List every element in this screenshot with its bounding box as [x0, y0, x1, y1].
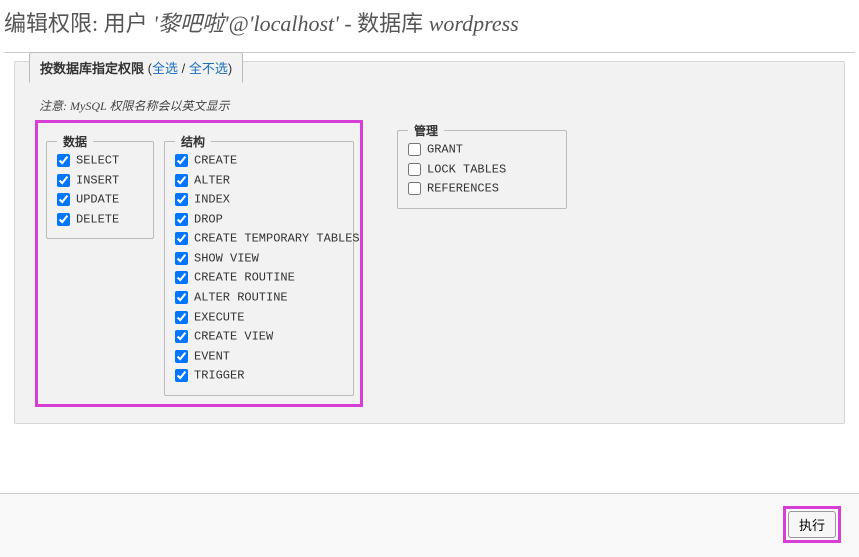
privilege-label[interactable]: EVENT: [194, 349, 230, 363]
privilege-checkbox[interactable]: [175, 232, 188, 245]
privilege-label[interactable]: INDEX: [194, 193, 230, 207]
privileges-panel: 按数据库指定权限 (全选 / 全不选) 注意: MySQL 权限名称会以英文显示…: [14, 61, 845, 424]
privilege-checkbox[interactable]: [175, 252, 188, 265]
privilege-item: EVENT: [175, 346, 343, 366]
privilege-item: SHOW VIEW: [175, 248, 343, 268]
page-title: 编辑权限: 用户 '黎吧啦'@'localhost' - 数据库 wordpre…: [0, 0, 859, 52]
privilege-item: CREATE TEMPORARY TABLES: [175, 228, 343, 248]
title-prefix: 编辑权限: 用户: [4, 11, 153, 36]
fieldset-admin: 管理 GRANTLOCK TABLESREFERENCES: [397, 130, 567, 209]
privilege-item: CREATE VIEW: [175, 326, 343, 346]
tab-slash: /: [178, 61, 189, 76]
privilege-label[interactable]: CREATE: [194, 154, 237, 168]
privilege-checkbox[interactable]: [408, 163, 421, 176]
privilege-checkbox[interactable]: [175, 330, 188, 343]
privilege-label[interactable]: ALTER ROUTINE: [194, 291, 288, 305]
privilege-checkbox[interactable]: [175, 174, 188, 187]
title-user: '黎吧啦'@'localhost': [153, 11, 339, 36]
privilege-checkbox[interactable]: [175, 291, 188, 304]
privilege-label[interactable]: INSERT: [76, 173, 119, 187]
privilege-label[interactable]: GRANT: [427, 143, 463, 157]
privilege-checkbox[interactable]: [408, 182, 421, 195]
privilege-checkbox[interactable]: [408, 143, 421, 156]
privilege-item: CREATE: [175, 150, 343, 170]
privilege-groups: 数据 SELECT INSERT UPDATE DELETE 结构 CREATE ALT…: [25, 120, 834, 407]
priv-list-structure: CREATE ALTER INDEX DROP CREATE TEMPORARY TAB…: [175, 150, 343, 385]
privilege-label[interactable]: SHOW VIEW: [194, 251, 259, 265]
priv-list-data: SELECT INSERT UPDATE DELETE: [57, 150, 143, 228]
privilege-label[interactable]: EXECUTE: [194, 310, 244, 324]
note-text: 注意: MySQL 权限名称会以英文显示: [39, 97, 834, 114]
privilege-item: CREATE ROUTINE: [175, 267, 343, 287]
privilege-label[interactable]: ALTER: [194, 173, 230, 187]
privilege-checkbox[interactable]: [175, 213, 188, 226]
title-sep: - 数据库: [339, 11, 429, 36]
privilege-label[interactable]: DROP: [194, 212, 223, 226]
highlight-execute: 执行: [783, 506, 841, 543]
check-all-link[interactable]: 全选: [152, 61, 178, 76]
privilege-label[interactable]: CREATE VIEW: [194, 330, 273, 344]
privilege-item: EXECUTE: [175, 307, 343, 327]
privilege-checkbox[interactable]: [175, 154, 188, 167]
uncheck-all-link[interactable]: 全不选: [189, 61, 228, 76]
footer-bar: 执行: [0, 493, 859, 557]
legend-admin: 管理: [408, 122, 444, 139]
privilege-label[interactable]: TRIGGER: [194, 369, 244, 383]
privilege-item: DELETE: [57, 209, 143, 229]
tab-open-paren: (: [144, 61, 152, 76]
execute-button[interactable]: 执行: [788, 511, 836, 538]
privilege-label[interactable]: UPDATE: [76, 193, 119, 207]
privilege-item: INSERT: [57, 170, 143, 190]
tab-db-specific[interactable]: 按数据库指定权限 (全选 / 全不选): [29, 52, 243, 83]
privilege-label[interactable]: SELECT: [76, 154, 119, 168]
privilege-checkbox[interactable]: [175, 311, 188, 324]
privilege-label[interactable]: CREATE TEMPORARY TABLES: [194, 232, 360, 246]
tab-bar: 按数据库指定权限 (全选 / 全不选): [29, 52, 834, 83]
fieldset-data: 数据 SELECTINSERTUPDATEDELETE: [46, 141, 154, 239]
privilege-item: LOCK TABLES: [408, 159, 556, 179]
tab-close-paren: ): [228, 61, 232, 76]
privilege-checkbox[interactable]: [57, 213, 70, 226]
priv-list-admin: GRANT LOCK TABLES REFERENCES: [408, 139, 556, 198]
title-db: wordpress: [429, 11, 519, 36]
privilege-item: REFERENCES: [408, 178, 556, 198]
highlight-data-structure: 数据 SELECT INSERT UPDATE DELETE 结构 CREATE ALT…: [35, 120, 363, 407]
privilege-item: TRIGGER: [175, 365, 343, 385]
tab-label: 按数据库指定权限: [40, 61, 144, 76]
privilege-checkbox[interactable]: [175, 193, 188, 206]
privilege-checkbox[interactable]: [175, 369, 188, 382]
privilege-checkbox[interactable]: [57, 154, 70, 167]
privilege-item: ALTER ROUTINE: [175, 287, 343, 307]
privilege-label[interactable]: REFERENCES: [427, 182, 499, 196]
privilege-item: INDEX: [175, 189, 343, 209]
privilege-item: DROP: [175, 209, 343, 229]
privilege-label[interactable]: LOCK TABLES: [427, 162, 506, 176]
privilege-checkbox[interactable]: [175, 271, 188, 284]
privilege-item: SELECT: [57, 150, 143, 170]
privilege-item: ALTER: [175, 170, 343, 190]
privilege-label[interactable]: CREATE ROUTINE: [194, 271, 295, 285]
legend-structure: 结构: [175, 133, 211, 150]
legend-data: 数据: [57, 133, 93, 150]
privilege-checkbox[interactable]: [57, 174, 70, 187]
privilege-item: GRANT: [408, 139, 556, 159]
privilege-item: UPDATE: [57, 189, 143, 209]
fieldset-structure: 结构 CREATEALTERINDEXDROPCREATE TEMPORARY …: [164, 141, 354, 396]
privilege-checkbox[interactable]: [175, 350, 188, 363]
privilege-checkbox[interactable]: [57, 193, 70, 206]
privilege-label[interactable]: DELETE: [76, 212, 119, 226]
